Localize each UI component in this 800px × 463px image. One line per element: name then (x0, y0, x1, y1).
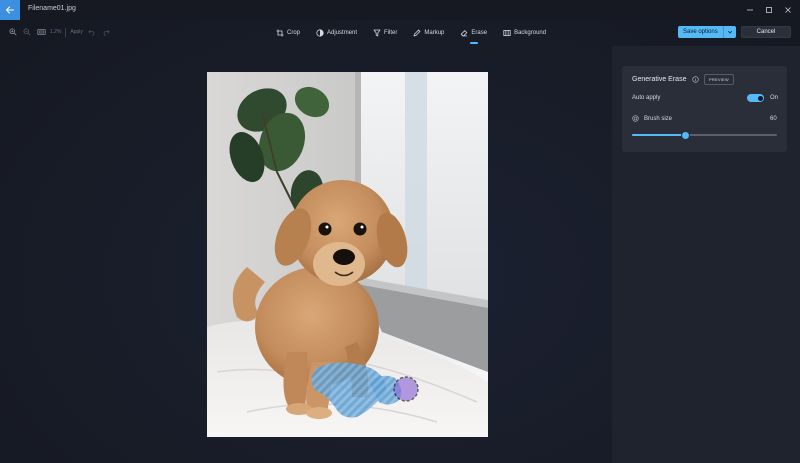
preview-badge: PREVIEW (704, 74, 734, 85)
app-window: Filename01.jpg 1.2% Apply Crop Adjustmen… (0, 0, 800, 463)
zoom-in-button[interactable] (8, 27, 18, 37)
generative-erase-card: Generative Erase PREVIEW Auto apply On B… (622, 66, 787, 152)
tab-markup[interactable]: Markup (405, 27, 452, 39)
tab-erase[interactable]: Erase (452, 27, 495, 39)
save-options-button[interactable]: Save options (678, 26, 736, 38)
edit-tools: Crop Adjustment Filter Markup Erase Back… (268, 27, 554, 39)
title-bar: Filename01.jpg (0, 0, 800, 20)
background-icon (503, 30, 511, 36)
zoom-in-icon (9, 28, 17, 36)
adjustment-icon (316, 29, 324, 37)
redo-icon (103, 29, 110, 36)
tab-erase-label: Erase (471, 30, 488, 36)
maximize-button[interactable] (762, 3, 776, 17)
photo-canvas[interactable] (207, 72, 488, 437)
auto-apply-state: On (770, 95, 779, 101)
save-options-dropdown[interactable] (723, 26, 736, 38)
brush-size-value: 60 (770, 116, 777, 122)
erase-icon (461, 30, 468, 37)
maximize-icon (766, 7, 772, 13)
dog-photo (207, 72, 488, 437)
tab-adjustment[interactable]: Adjustment (308, 27, 365, 39)
save-options-label: Save options (683, 29, 718, 35)
toggle-knob (757, 95, 763, 101)
filter-icon (373, 29, 381, 37)
zoom-controls: 1.2% Apply (8, 26, 111, 38)
info-icon[interactable] (692, 76, 699, 83)
tab-adjustment-label: Adjustment (327, 30, 358, 36)
zoom-out-button[interactable] (22, 27, 32, 37)
tab-filter[interactable]: Filter (365, 27, 405, 39)
panel-title: Generative Erase (632, 76, 687, 83)
tab-filter-label: Filter (384, 30, 398, 36)
tab-background-label: Background (514, 30, 547, 36)
tab-crop-label: Crop (287, 30, 301, 36)
zoom-level: 1.2% (50, 29, 62, 35)
slider-fill (632, 134, 686, 136)
brush-size-label: Brush size (644, 116, 673, 122)
tab-markup-label: Markup (424, 30, 445, 36)
fit-screen-icon (36, 28, 46, 36)
close-button[interactable] (781, 3, 795, 17)
markup-icon (413, 29, 421, 37)
undo-icon (88, 29, 95, 36)
minimize-button[interactable] (743, 3, 757, 17)
slider-thumb[interactable] (680, 131, 690, 140)
zoom-out-icon (23, 28, 31, 36)
close-icon (785, 7, 791, 13)
chevron-down-icon (727, 30, 733, 34)
brush-size-slider[interactable] (632, 131, 777, 140)
toolbar-divider (65, 27, 67, 37)
auto-apply-label: Auto apply (632, 95, 661, 101)
undo-button[interactable] (87, 27, 97, 37)
tab-background[interactable]: Background (495, 27, 554, 39)
minimize-icon (747, 9, 753, 11)
crop-icon (276, 29, 284, 37)
redo-button[interactable] (101, 27, 111, 37)
fit-to-window-button[interactable] (36, 27, 46, 37)
back-button[interactable] (0, 0, 20, 20)
window-title: Filename01.jpg (28, 5, 76, 12)
brush-size-icon (632, 115, 639, 122)
apply-button[interactable]: Apply (70, 29, 83, 35)
auto-apply-toggle[interactable] (747, 94, 764, 102)
back-arrow-icon (5, 6, 15, 14)
tab-crop[interactable]: Crop (268, 27, 308, 39)
cancel-button[interactable]: Cancel (741, 26, 791, 38)
